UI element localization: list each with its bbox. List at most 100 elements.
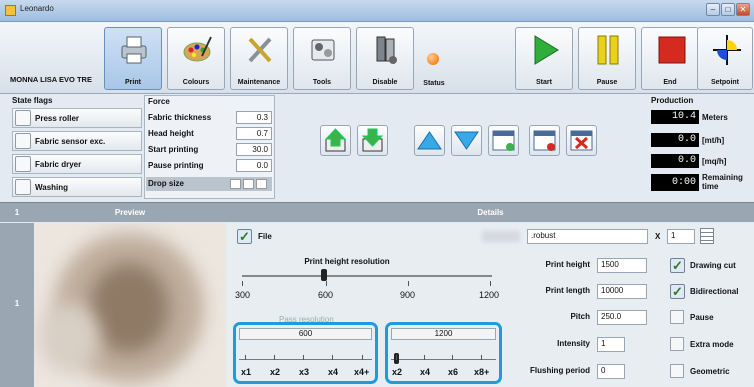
row-number-header: 1 <box>14 208 20 217</box>
pass-tick: x4 <box>328 367 339 377</box>
field-label: Fabric thickness <box>148 113 212 122</box>
disable-button[interactable]: Disable <box>356 27 414 90</box>
colours-button[interactable]: Colours <box>167 27 225 90</box>
bidirectional-toggle[interactable]: ✓ <box>670 284 685 299</box>
mq-per-hour-display: 0.0 <box>651 154 699 168</box>
start-printing-input[interactable]: 30.0 <box>236 143 272 156</box>
pass-tick: x3 <box>299 367 310 377</box>
delete-job-button[interactable] <box>566 125 597 156</box>
res-tick-label: 600 <box>318 290 334 300</box>
download-icon <box>361 128 384 152</box>
state-flag-label: Press roller <box>35 114 80 123</box>
fabric-dryer-checkbox[interactable] <box>15 156 31 172</box>
drawing-cut-label: Drawing cut <box>690 261 736 270</box>
arrow-up-icon <box>417 131 442 150</box>
add-job-button[interactable] <box>488 125 519 156</box>
pass-600-track[interactable] <box>239 359 372 360</box>
print-length-input[interactable]: 10000 <box>597 284 647 299</box>
meters-unit: Meters <box>702 113 728 122</box>
state-flag-washing[interactable]: Washing <box>12 177 142 197</box>
press-roller-checkbox[interactable] <box>15 110 31 126</box>
flushing-period-stepper[interactable]: 0 <box>597 364 625 379</box>
pass-tick: x4+ <box>354 367 370 377</box>
drop-large-icon[interactable] <box>256 179 267 189</box>
calendar-delete-icon <box>570 130 593 151</box>
machine-name: MONNA LISA EVO TRE <box>10 75 92 84</box>
start-button[interactable]: Start <box>515 27 573 90</box>
app-icon <box>5 5 16 16</box>
disable-icon <box>376 36 397 64</box>
job-preview-image[interactable] <box>34 223 226 387</box>
field-label: Drop size <box>148 179 185 188</box>
title-bar: Leonardo – □ ✕ <box>0 0 754 22</box>
state-flag-press-roller[interactable]: Press roller <box>12 108 142 128</box>
state-flags-title: State flags <box>12 96 53 105</box>
geometric-toggle[interactable] <box>670 364 684 378</box>
upload-button[interactable] <box>320 125 351 156</box>
pause-option-label: Pause <box>690 313 714 322</box>
file-label: File <box>258 232 272 241</box>
pause-printing-input[interactable]: 0.0 <box>236 159 272 172</box>
print-button[interactable]: Print <box>104 27 162 90</box>
print-label: Print <box>125 79 141 86</box>
pause-button[interactable]: Pause <box>578 27 636 90</box>
intensity-stepper[interactable]: 1 <box>597 337 625 352</box>
app-window: Leonardo – □ ✕ MONNA LISA EVO TRE Print … <box>0 0 754 387</box>
maintenance-button[interactable]: Maintenance <box>230 27 288 90</box>
stop-icon <box>658 36 686 64</box>
status-led-icon <box>427 53 439 65</box>
drawing-cut-toggle[interactable]: ✓ <box>670 258 685 273</box>
state-flag-fabric-sensor[interactable]: Fabric sensor exc. <box>12 131 142 151</box>
calendar-add-icon <box>492 130 515 151</box>
end-button[interactable]: End <box>641 27 699 90</box>
tools-button[interactable]: Tools <box>293 27 351 90</box>
resolution-slider-track[interactable] <box>242 275 492 277</box>
pass-tick: x4 <box>420 367 431 377</box>
setpoint-label: Setpoint <box>711 79 739 86</box>
row-index-cell[interactable]: 1 <box>0 223 34 387</box>
head-height-input[interactable]: 0.7 <box>236 127 272 140</box>
fabric-thickness-row: Fabric thickness 0.3 <box>146 111 272 125</box>
pause-toggle[interactable] <box>670 310 684 324</box>
fabric-thickness-input[interactable]: 0.3 <box>236 111 272 124</box>
resolution-slider-thumb[interactable] <box>321 269 327 281</box>
bidirectional-label: Bidirectional <box>690 287 739 296</box>
drop-medium-icon[interactable] <box>243 179 254 189</box>
setpoint-icon <box>713 35 741 65</box>
toolbar: MONNA LISA EVO TRE Print Colours Mainten… <box>0 22 754 94</box>
move-up-button[interactable] <box>414 125 445 156</box>
remove-job-button[interactable] <box>529 125 560 156</box>
minimize-button[interactable]: – <box>706 3 720 16</box>
file-checkbox[interactable]: ✓ <box>237 229 252 244</box>
state-flag-label: Fabric sensor exc. <box>35 137 106 146</box>
drop-small-icon[interactable] <box>230 179 241 189</box>
field-label: Pause printing <box>148 161 204 170</box>
close-button[interactable]: ✕ <box>736 3 750 16</box>
state-flag-fabric-dryer[interactable]: Fabric dryer <box>12 154 142 174</box>
pass-1200-header: 1200 <box>391 328 496 340</box>
pass-group-600: 600 x1 x2 x3 x4 x4+ <box>233 322 378 384</box>
production-title: Production <box>651 96 694 105</box>
list-icon[interactable] <box>700 228 714 244</box>
wrench-icon <box>248 37 272 63</box>
print-height-input[interactable]: 1500 <box>597 258 647 273</box>
start-label: Start <box>536 79 552 86</box>
file-name-field[interactable]: .robust <box>527 229 648 244</box>
mq-per-hour-unit: [mq/h] <box>702 157 727 166</box>
washing-checkbox[interactable] <box>15 179 31 195</box>
window-title: Leonardo <box>20 4 54 13</box>
maximize-button[interactable]: □ <box>721 3 735 16</box>
fabric-sensor-checkbox[interactable] <box>15 133 31 149</box>
extra-mode-label: Extra mode <box>690 340 734 349</box>
mt-per-hour-unit: [mt/h] <box>702 136 725 145</box>
arrow-down-icon <box>454 131 479 150</box>
download-button[interactable] <box>357 125 388 156</box>
copies-stepper[interactable]: 1 <box>667 229 695 244</box>
pitch-label: Pitch <box>570 312 590 321</box>
extra-mode-toggle[interactable] <box>670 337 684 351</box>
move-down-button[interactable] <box>451 125 482 156</box>
palette-icon <box>183 36 212 62</box>
tools-icon <box>311 39 335 61</box>
setpoint-button[interactable]: Setpoint <box>697 27 753 90</box>
pitch-input[interactable]: 250.0 <box>597 310 647 325</box>
